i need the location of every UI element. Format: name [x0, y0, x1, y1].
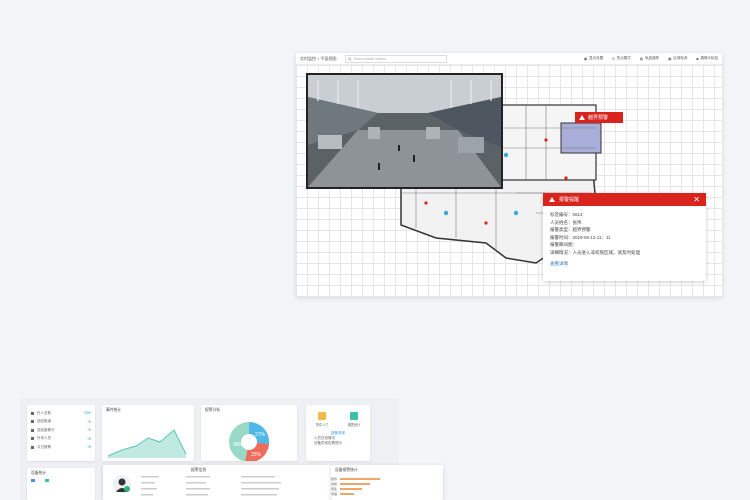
person-marker — [544, 138, 548, 142]
alarm-type-field: 报警类型：越界预警 — [550, 227, 591, 233]
event-entry-button[interactable]: 事件入门 — [316, 412, 328, 427]
report-icon — [350, 412, 358, 420]
user-icon — [116, 478, 130, 492]
rank-bar — [340, 492, 355, 495]
trend-panel: 事件统计 — [102, 405, 194, 461]
snapshot-field: 报警瞬间图： — [550, 242, 577, 248]
avatar — [113, 475, 131, 493]
person-name-field: 人员姓名：张伟 — [550, 219, 582, 225]
factory-scene-image — [308, 75, 501, 187]
track-icon: ▤ — [639, 56, 644, 61]
visitor-icon — [31, 437, 34, 441]
person-marker — [484, 221, 488, 225]
hotspot-button[interactable]: ⚲ 热点模式 — [612, 56, 631, 61]
pie-label-1: 27% — [255, 432, 266, 438]
folder-icon — [318, 412, 326, 420]
alarm-time-field: 报警时间：2019-06-13 11：11 — [550, 234, 611, 240]
detail-field: 详细情况：人员进入非权限区域，请及时处理 — [550, 249, 640, 255]
device-legend — [27, 479, 95, 482]
quick-panel: 事件入门 报表统计 报警简报 人员在岗情况 设备异常告警提示 — [306, 405, 370, 461]
stat-row[interactable]: 外来人员 76 — [27, 435, 95, 444]
camera-video-feed[interactable] — [306, 73, 503, 189]
stat-row[interactable]: 在人总数 7360 — [27, 409, 95, 418]
device-title: 设备统计 — [31, 471, 47, 475]
area-poll-button[interactable]: ▦ 区域轮询 — [668, 56, 687, 61]
display-icon: ▣ — [583, 56, 588, 61]
camera-poll-button[interactable]: ◙ 摄像头轮巡 — [696, 56, 718, 61]
camera-marker — [513, 210, 519, 216]
pie-title: 报警分析 — [205, 408, 221, 412]
stat-row[interactable]: 今日报警 76 — [27, 443, 95, 452]
pie-label-2: 48% — [233, 442, 244, 448]
person-info-panel: 报警信息 — [103, 465, 331, 500]
stat-row[interactable]: 巡回取道 76 — [27, 418, 95, 427]
person-icon — [31, 411, 34, 415]
pie-label-3: 25% — [251, 452, 262, 458]
trend-title: 事件统计 — [106, 408, 122, 412]
trend-chart[interactable] — [102, 416, 194, 461]
view-details-link[interactable]: 查看详情 — [550, 260, 699, 268]
device-panel: 设备统计 — [27, 468, 95, 500]
pie-panel: 报警分析 27% 48% 25% — [201, 405, 297, 461]
person-marker — [424, 201, 428, 205]
rank-panel: 设备报警统计 越界 滞留 聚集 徘徊 — [331, 465, 443, 500]
info-lines — [141, 476, 281, 496]
popup-title: 报警提醒 — [559, 197, 580, 203]
alarm-tag-label: 越界预警 — [588, 115, 609, 121]
window-toolbar: 实时监控 > 平面视图 Search detail objects ▣ 显示设置 … — [296, 53, 722, 65]
route-icon — [31, 420, 34, 424]
camera-icon: ◙ — [696, 56, 699, 61]
search-placeholder: Search detail objects — [353, 56, 387, 61]
rank-bar — [340, 487, 363, 490]
rank-bar — [340, 482, 371, 485]
search-icon — [347, 56, 352, 61]
area-icon: ▦ — [668, 56, 672, 61]
breadcrumb[interactable]: 实时监控 > 平面视图 — [300, 56, 337, 62]
alarm-icon — [31, 445, 34, 449]
alarm-popup: 报警提醒 ✕ 标签编号：0613 人员姓名：张伟 报警类型：越界预警 报警时间：… — [543, 193, 706, 281]
legend-swatch — [31, 479, 35, 482]
rank-row[interactable]: 徘徊 — [331, 491, 443, 496]
pie-chart[interactable]: 27% 48% 25% — [201, 416, 297, 461]
location-icon: ⚲ — [612, 56, 615, 61]
track-button[interactable]: ▤ 轨迹追踪 — [640, 56, 659, 61]
popup-body: 标签编号：0613 人员姓名：张伟 报警类型：越界预警 报警时间：2019-06… — [543, 206, 706, 272]
report-button[interactable]: 报表统计 — [348, 412, 360, 427]
stats-panel: 在人总数 7360 巡回取道 76 巡检摄像头 76 外来人员 76 今日报警 76 — [27, 405, 95, 461]
camera-marker — [443, 210, 449, 216]
floorplan-window: 实时监控 > 平面视图 Search detail objects ▣ 显示设置 … — [296, 53, 722, 297]
warning-icon — [579, 115, 585, 120]
alarm-tag[interactable]: 越界预警 — [575, 112, 623, 123]
camera-marker — [503, 152, 509, 158]
warning-icon — [549, 197, 555, 202]
search-input[interactable]: Search detail objects — [344, 54, 447, 63]
display-settings-button[interactable]: ▣ 显示设置 — [584, 56, 603, 61]
close-icon[interactable]: ✕ — [693, 195, 700, 204]
rank-bar — [340, 477, 381, 480]
toolbar-buttons: ▣ 显示设置 ⚲ 热点模式 ▤ 轨迹追踪 ▦ 区域轮询 ◙ 摄像头轮巡 — [584, 56, 718, 61]
stat-row[interactable]: 巡检摄像头 76 — [27, 426, 95, 435]
tag-id-field: 标签编号：0613 — [550, 212, 583, 217]
note-item[interactable]: 设备异常告警提示 — [306, 441, 370, 446]
person-marker — [564, 176, 568, 180]
popup-header: 报警提醒 ✕ — [543, 193, 706, 206]
rank-title: 设备报警统计 — [335, 468, 358, 472]
legend-swatch — [45, 479, 49, 482]
camera-icon — [31, 428, 34, 432]
